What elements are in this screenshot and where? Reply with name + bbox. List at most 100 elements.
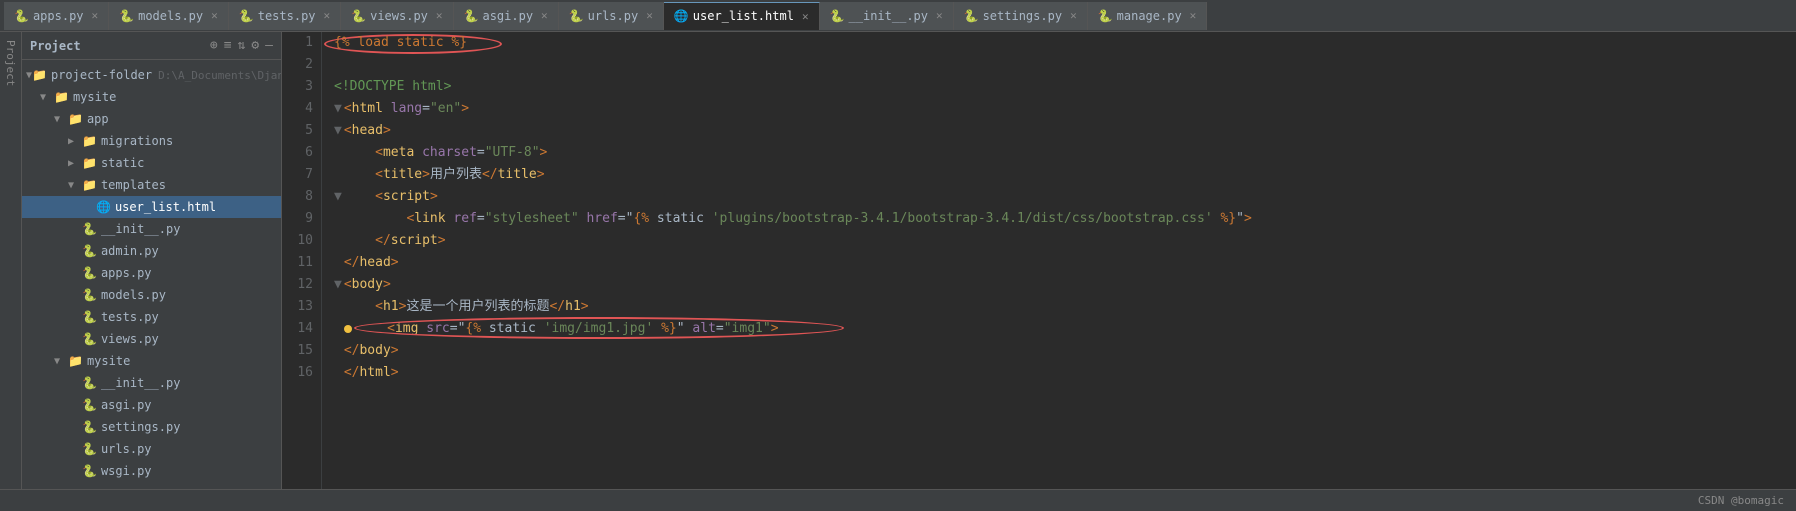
code-line-2[interactable] [334,54,1796,76]
tab-user-list[interactable]: 🌐 user_list.html ✕ [664,2,820,30]
line-num-7: 7 [282,164,313,186]
line-numbers: 1 2 3 4 5 6 7 8 9 10 11 12 13 14 15 16 [282,32,322,489]
close-user-list-tab[interactable]: ✕ [802,10,809,23]
code-space-14c [685,318,693,340]
code-tpl-static-open: {% [633,208,649,230]
tree-apps[interactable]: 🐍 apps.py [22,262,281,284]
line-num-3: 3 [282,76,313,98]
sync-icon[interactable]: ⊕ [210,38,218,53]
code-val-en: "en" [430,98,461,120]
code-gt-close-7: > [537,164,545,186]
code-eq-4: = [422,98,430,120]
code-gt-8: > [430,186,438,208]
close-init-tab[interactable]: ✕ [936,9,943,22]
code-static-path: 'plugins/bootstrap-3.4.1/bootstrap-3.4.1… [712,208,1213,230]
code-line-6[interactable]: ▼ < meta charset = "UTF-8" > [334,142,1796,164]
folder-icon-project: 📁 [32,68,47,82]
tree-views[interactable]: 🐍 views.py [22,328,281,350]
tree-app[interactable]: ▼ 📁 app [22,108,281,130]
code-line-14[interactable]: ▼ < img src = " {% static 'img/img1.jpg'… [334,318,1796,340]
code-space-9c [1213,208,1221,230]
tab-manage[interactable]: 🐍 manage.py ✕ [1088,2,1208,30]
code-line-11[interactable]: ▼ </ head > [334,252,1796,274]
code-space-6 [414,142,422,164]
sidebar-header: Project ⊕ ≡ ⇅ ⚙ — [22,32,281,60]
settings-icon[interactable]: ⚙ [251,38,259,53]
tree-init-mysite[interactable]: 🐍 __init__.py [22,372,281,394]
code-quote-14a: " [458,318,466,340]
tree-settings[interactable]: 🐍 settings.py [22,416,281,438]
code-line-1[interactable]: {% load static %} [334,32,1796,54]
tree-label-init-app: __init__.py [101,222,180,236]
close-models-tab[interactable]: ✕ [211,9,218,22]
close-views-tab[interactable]: ✕ [436,9,443,22]
code-quote-14b: " [677,318,685,340]
close-sidebar-icon[interactable]: — [265,38,273,53]
tab-urls[interactable]: 🐍 urls.py ✕ [559,2,664,30]
code-lines[interactable]: {% load static %} <!DOCTYPE html> ▼ < ht… [322,32,1796,489]
code-line-8[interactable]: ▼ < script > [334,186,1796,208]
close-asgi-tab[interactable]: ✕ [541,9,548,22]
tree-user-list-html[interactable]: 🌐 user_list.html [22,196,281,218]
tree-project-folder[interactable]: ▼ 📁 project-folder D:\A_Documents\Django… [22,64,281,86]
tree-mysite-inner[interactable]: ▼ 📁 mysite [22,350,281,372]
close-tests-tab[interactable]: ✕ [324,9,331,22]
code-tag-meta: meta [383,142,414,164]
tab-init[interactable]: 🐍 __init__.py ✕ [820,2,954,30]
python-icon-asgi: 🐍 [82,398,97,412]
code-tag-html-close: html [359,362,390,384]
close-settings-tab[interactable]: ✕ [1070,9,1077,22]
arrow-urls [68,444,82,455]
fold-14: ▼ [334,318,342,340]
folder-icon-templates: 📁 [82,178,97,192]
tab-settings[interactable]: 🐍 settings.py ✕ [954,2,1088,30]
tree-admin[interactable]: 🐍 admin.py [22,240,281,262]
code-tag-h1: h1 [383,296,399,318]
close-manage-tab[interactable]: ✕ [1190,9,1197,22]
tree-urls[interactable]: 🐍 urls.py [22,438,281,460]
sort-icon[interactable]: ⇅ [238,38,246,53]
tree-migrations[interactable]: ▶ 📁 migrations [22,130,281,152]
tab-views[interactable]: 🐍 views.py ✕ [341,2,453,30]
tab-apps[interactable]: 🐍 apps.py ✕ [4,2,109,30]
code-line-5[interactable]: ▼ < head > [334,120,1796,142]
line-num-1: 1 [282,32,313,54]
code-line-9[interactable]: ▼ < link ref = "stylesheet" href = " {% … [334,208,1796,230]
tree-templates[interactable]: ▼ 📁 templates [22,174,281,196]
tree-label-settings: settings.py [101,420,180,434]
code-gt-13: > [399,296,407,318]
tree-tests[interactable]: 🐍 tests.py [22,306,281,328]
code-line-3[interactable]: <!DOCTYPE html> [334,76,1796,98]
code-line-7[interactable]: ▼ < title > 用户列表 </ title > [334,164,1796,186]
code-line-13[interactable]: ▼ < h1 > 这是一个用户列表的标题 </ h1 > [334,296,1796,318]
code-gt-14: > [771,318,779,340]
tree-label-urls: urls.py [101,442,152,456]
collapse-icon[interactable]: ≡ [224,38,232,53]
tab-asgi[interactable]: 🐍 asgi.py ✕ [454,2,559,30]
fold-7: ▼ [334,164,342,186]
tab-models[interactable]: 🐍 models.py ✕ [109,2,229,30]
code-val-utf8: "UTF-8" [485,142,540,164]
tab-tests[interactable]: 🐍 tests.py ✕ [229,2,341,30]
code-line-4[interactable]: ▼ < html lang = "en" > [334,98,1796,120]
code-line-10[interactable]: ▼ </ script > [334,230,1796,252]
code-tag-link: link [414,208,445,230]
line-num-13: 13 [282,296,313,318]
close-apps-tab[interactable]: ✕ [92,9,99,22]
tree-wsgi[interactable]: 🐍 wsgi.py [22,460,281,482]
code-line-12[interactable]: ▼ < body > [334,274,1796,296]
code-line-15[interactable]: ▼ </ body > [334,340,1796,362]
code-lt-6: < [375,142,383,164]
tree-mysite-top[interactable]: ▼ 📁 mysite [22,86,281,108]
close-urls-tab[interactable]: ✕ [646,9,653,22]
tree-asgi[interactable]: 🐍 asgi.py [22,394,281,416]
code-lt-14: < [387,318,395,340]
tree-static[interactable]: ▶ 📁 static [22,152,281,174]
tree-models[interactable]: 🐍 models.py [22,284,281,306]
code-line-16[interactable]: ▼ </ html > [334,362,1796,384]
code-tag-title: title [383,164,422,186]
code-tpl-close-1: %} [451,32,467,54]
code-lt-16: </ [344,362,360,384]
editor-content[interactable]: 1 2 3 4 5 6 7 8 9 10 11 12 13 14 15 16 [282,32,1796,489]
tree-init-app[interactable]: 🐍 __init__.py [22,218,281,240]
